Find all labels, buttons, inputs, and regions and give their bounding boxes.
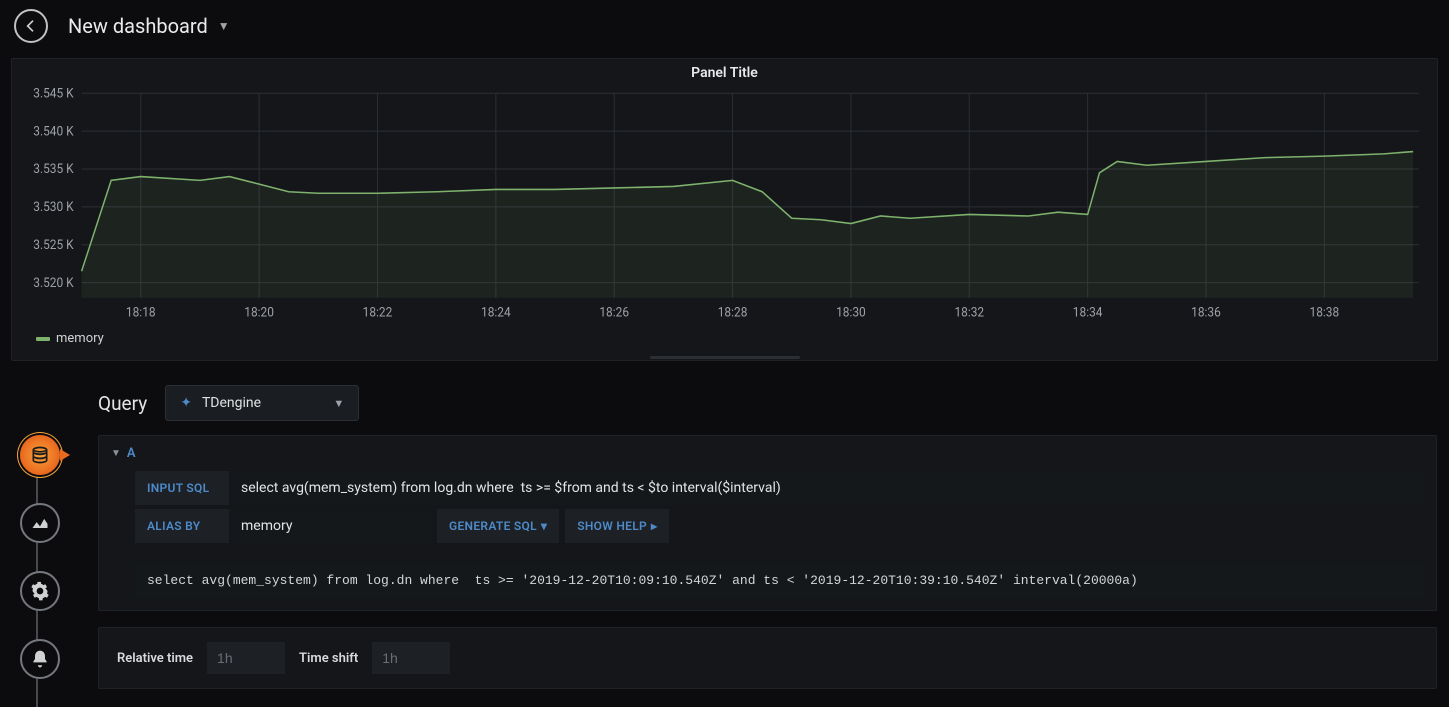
svg-text:3.525 K: 3.525 K bbox=[33, 238, 74, 252]
alias-by-field[interactable] bbox=[229, 509, 431, 543]
dashboard-title-dropdown[interactable]: New dashboard ▼ bbox=[68, 14, 230, 38]
dashboard-title-text: New dashboard bbox=[68, 14, 208, 38]
legend: memory bbox=[12, 327, 1437, 354]
rail-tab-visualization[interactable] bbox=[20, 503, 60, 543]
input-sql-field[interactable] bbox=[229, 471, 1424, 505]
query-heading: Query bbox=[98, 392, 147, 415]
svg-text:18:22: 18:22 bbox=[363, 305, 393, 319]
svg-text:18:26: 18:26 bbox=[599, 305, 629, 319]
svg-text:3.535 K: 3.535 K bbox=[33, 162, 74, 176]
svg-text:3.520 K: 3.520 K bbox=[33, 276, 74, 290]
query-row-id: A bbox=[127, 446, 136, 461]
panel-resize-handle[interactable] bbox=[12, 354, 1437, 360]
chevron-down-icon: ▼ bbox=[218, 19, 230, 33]
svg-text:18:34: 18:34 bbox=[1073, 305, 1103, 319]
editor-mode-rail bbox=[0, 379, 80, 707]
time-options: Relative time Time shift bbox=[98, 627, 1437, 689]
bell-icon bbox=[30, 649, 50, 669]
label-alias-by: ALIAS BY bbox=[135, 509, 229, 543]
editor-main: Query ✦ TDengine ▼ ▼ A INPUT SQL bbox=[80, 379, 1449, 707]
gear-bug-icon bbox=[30, 581, 50, 601]
label-relative-time: Relative time bbox=[117, 651, 193, 666]
time-shift-input[interactable] bbox=[372, 642, 450, 674]
panel: Panel Title 3.545 K 3.540 K 3.535 K 3.530 K… bbox=[11, 58, 1438, 361]
chart-area[interactable]: 3.545 K 3.540 K 3.535 K 3.530 K 3.525 K 3.520… bbox=[12, 83, 1437, 327]
chevron-down-icon: ▾ bbox=[541, 519, 547, 533]
chevron-right-icon: ▸ bbox=[651, 519, 657, 533]
panel-editor: Query ✦ TDengine ▼ ▼ A INPUT SQL bbox=[0, 379, 1449, 707]
svg-text:18:20: 18:20 bbox=[244, 305, 274, 319]
label-input-sql: INPUT SQL bbox=[135, 471, 229, 505]
svg-text:3.540 K: 3.540 K bbox=[33, 124, 74, 138]
panel-title: Panel Title bbox=[12, 59, 1437, 83]
datasource-picker[interactable]: ✦ TDengine ▼ bbox=[165, 385, 359, 421]
datasource-name: TDengine bbox=[202, 395, 261, 411]
svg-text:18:32: 18:32 bbox=[954, 305, 984, 319]
rail-tab-general[interactable] bbox=[20, 571, 60, 611]
arrow-left-icon bbox=[23, 18, 39, 34]
svg-text:3.530 K: 3.530 K bbox=[33, 200, 74, 214]
label-time-shift: Time shift bbox=[299, 651, 358, 666]
svg-text:18:28: 18:28 bbox=[718, 305, 748, 319]
relative-time-input[interactable] bbox=[207, 642, 285, 674]
database-icon bbox=[30, 445, 50, 465]
resolved-sql-output: select avg(mem_system) from log.dn where… bbox=[135, 563, 1424, 598]
rail-tab-alert[interactable] bbox=[20, 639, 60, 679]
generate-sql-button[interactable]: GENERATE SQL▾ bbox=[437, 509, 559, 543]
chart-icon bbox=[30, 513, 50, 533]
show-help-button[interactable]: SHOW HELP▸ bbox=[565, 509, 669, 543]
chevron-down-icon: ▼ bbox=[333, 397, 344, 410]
query-header: Query ✦ TDengine ▼ bbox=[80, 379, 1437, 435]
svg-text:3.545 K: 3.545 K bbox=[33, 87, 74, 101]
svg-text:18:36: 18:36 bbox=[1191, 305, 1221, 319]
svg-text:18:30: 18:30 bbox=[836, 305, 866, 319]
chart-svg: 3.545 K 3.540 K 3.535 K 3.530 K 3.525 K 3.520… bbox=[16, 87, 1427, 327]
svg-text:18:18: 18:18 bbox=[126, 305, 156, 319]
topbar: New dashboard ▼ bbox=[0, 0, 1449, 52]
svg-text:18:24: 18:24 bbox=[481, 305, 511, 319]
legend-label: memory bbox=[56, 331, 104, 346]
rail-tab-query[interactable] bbox=[20, 435, 60, 475]
svg-text:18:38: 18:38 bbox=[1310, 305, 1340, 319]
back-button[interactable] bbox=[14, 9, 48, 43]
datasource-icon: ✦ bbox=[180, 395, 192, 411]
legend-swatch bbox=[36, 337, 50, 341]
resize-grip-icon bbox=[650, 356, 800, 359]
chevron-down-icon: ▼ bbox=[111, 448, 121, 459]
query-row-toggle[interactable]: ▼ A bbox=[99, 436, 1436, 471]
query-row: ▼ A INPUT SQL ALIAS BY GENERATE SQL▾ bbox=[98, 435, 1437, 611]
